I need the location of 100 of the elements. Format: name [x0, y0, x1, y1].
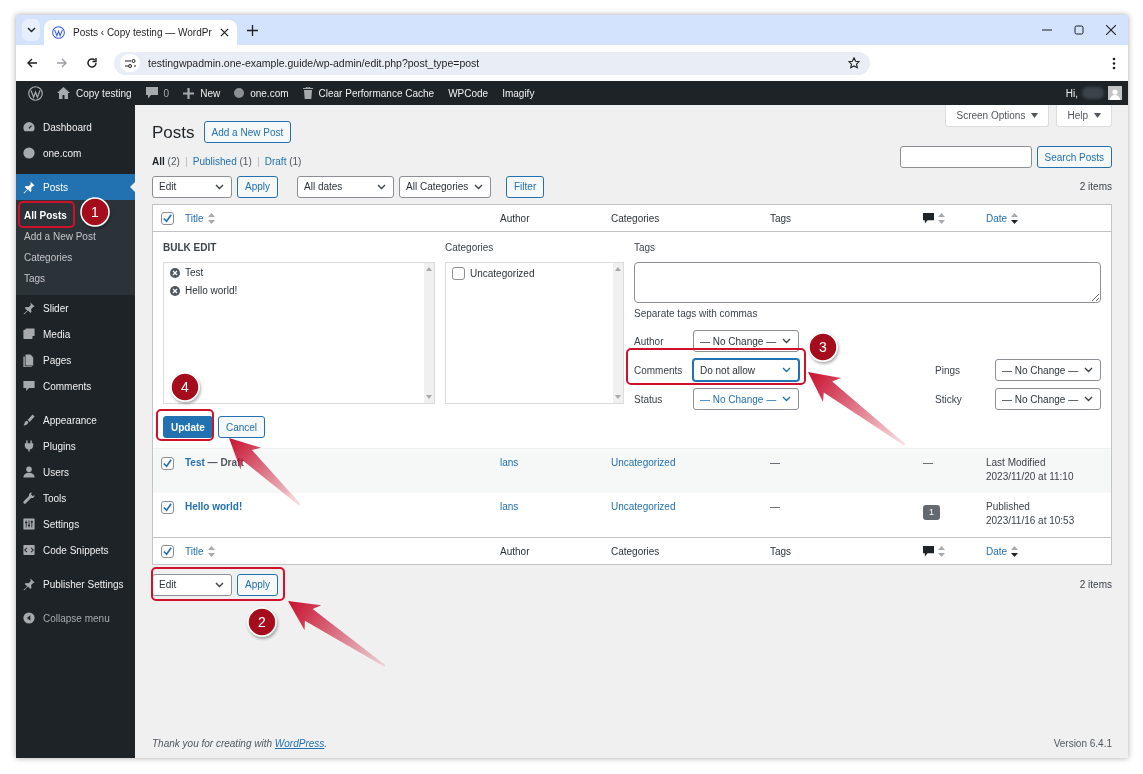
highlight-frame	[156, 409, 214, 441]
date-status: Published	[986, 501, 1030, 513]
star-icon[interactable]	[848, 57, 860, 69]
category-link[interactable]: Uncategorized	[611, 501, 676, 513]
remove-icon[interactable]	[170, 267, 180, 278]
menu-item[interactable]: one.com	[16, 140, 135, 166]
address-bar[interactable]: testingwpadmin.one-example.guide/wp-admin/edit.php?post_type=post	[114, 51, 870, 75]
view-link[interactable]: Published (1)	[192, 156, 252, 167]
greeting: Hi,	[1065, 87, 1078, 99]
category-link[interactable]: Uncategorized	[611, 457, 676, 469]
comment-count-bubble[interactable]: 1	[923, 505, 940, 520]
submenu-item[interactable]: Tags	[16, 268, 54, 289]
menu-item[interactable]: Pages	[16, 347, 135, 373]
apply-button[interactable]: Apply	[237, 175, 278, 198]
toolbar-link[interactable]: one.com	[250, 87, 289, 99]
step-badge: 1	[80, 197, 110, 227]
code-icon	[22, 543, 36, 557]
submenu-item[interactable]: Categories	[16, 247, 81, 268]
tags-field[interactable]	[634, 262, 1101, 303]
checkbox[interactable]	[452, 267, 465, 280]
update-button[interactable]: Update	[163, 416, 213, 438]
field-select[interactable]: — No Change —	[693, 388, 799, 410]
bulk-title: Test	[185, 267, 204, 278]
view-link[interactable]: All (2)	[152, 156, 180, 167]
date-filter-select[interactable]: All dates	[297, 175, 394, 198]
checkbox[interactable]	[161, 457, 174, 470]
checkbox[interactable]	[161, 544, 174, 558]
comment-icon	[923, 212, 934, 224]
highlight-frame	[18, 201, 75, 228]
screen-options-tab[interactable]: Screen Options	[945, 105, 1050, 127]
browser-tab[interactable]: Posts ‹ Copy testing — WordPr	[44, 20, 237, 45]
remove-icon[interactable]	[170, 285, 180, 296]
new-tab-icon[interactable]	[246, 24, 258, 36]
close-icon[interactable]	[1106, 25, 1116, 35]
toolbar-link[interactable]: Imagify	[495, 81, 542, 105]
menu-item[interactable]: Users	[16, 459, 135, 485]
toolbar-link[interactable]: Clear Performance Cache	[318, 87, 435, 99]
bulk-action-select[interactable]: Edit	[152, 175, 232, 198]
menu-item[interactable]: Slider	[16, 295, 135, 321]
bulk-action-select[interactable]: Edit	[152, 573, 232, 596]
toolbar-link[interactable]: Copy testing	[76, 87, 132, 99]
checkbox[interactable]	[161, 501, 174, 514]
bulk-title: Hello world!	[185, 285, 238, 296]
search-button[interactable]: Search Posts	[1036, 146, 1112, 168]
category-filter-select[interactable]: All Categories	[399, 175, 491, 198]
close-icon[interactable]	[219, 28, 229, 37]
menu-item[interactable]: Code Snippets	[16, 537, 135, 563]
collapse-menu-button[interactable]: Collapse menu	[16, 605, 135, 631]
field-label: Comments	[634, 364, 684, 376]
back-icon[interactable]	[26, 57, 38, 69]
more-icon[interactable]	[1112, 56, 1116, 70]
column-sort-link[interactable]: Date	[986, 545, 1008, 557]
category-label: Uncategorized	[470, 268, 535, 279]
menu-item[interactable]: Media	[16, 321, 135, 347]
field-select[interactable]: Do not allow	[693, 359, 799, 381]
author-link[interactable]: lans	[500, 501, 519, 513]
pin-icon	[22, 577, 36, 591]
search-field[interactable]	[899, 146, 1032, 168]
comment-icon	[22, 379, 36, 393]
menu-item[interactable]: Dashboard	[16, 114, 135, 140]
help-tab[interactable]: Help	[1056, 105, 1112, 127]
cancel-button[interactable]: Cancel	[217, 416, 266, 438]
tab-list-button[interactable]	[22, 19, 40, 41]
column-sort-link[interactable]: Date	[986, 212, 1008, 224]
menu-item[interactable]: Posts	[16, 174, 135, 200]
forward-icon[interactable]	[56, 57, 68, 69]
toolbar-link[interactable]: New	[200, 87, 221, 99]
post-title-link[interactable]: Hello world!	[185, 501, 243, 513]
chevron-icon	[377, 183, 386, 190]
logo-icon[interactable]	[28, 85, 43, 101]
filter-button[interactable]: Filter	[506, 175, 545, 198]
toolbar-link[interactable]: WPCode	[441, 81, 496, 105]
apply-button[interactable]: Apply	[237, 573, 278, 596]
reload-icon[interactable]	[86, 57, 98, 69]
checkbox[interactable]	[161, 211, 174, 225]
submenu-item[interactable]: Add a New Post	[16, 226, 104, 247]
field-label: Categories	[445, 242, 495, 254]
add-new-button[interactable]: Add a New Post	[203, 121, 292, 143]
author-link[interactable]: lans	[500, 457, 519, 469]
maximize-icon[interactable]	[1074, 25, 1084, 35]
field-select[interactable]: — No Change —	[995, 388, 1101, 410]
post-title-link[interactable]: Test	[185, 457, 205, 469]
column-sort-link[interactable]: Title	[185, 545, 204, 557]
step-badge: 4	[170, 372, 200, 402]
menu-item[interactable]: Plugins	[16, 433, 135, 459]
menu-item[interactable]: Tools	[16, 485, 135, 511]
column-sort-link[interactable]: Title	[185, 212, 204, 224]
circle-icon	[22, 146, 36, 160]
home-icon	[57, 87, 70, 99]
view-link[interactable]: Draft (1)	[264, 156, 302, 167]
menu-item[interactable]: Comments	[16, 373, 135, 399]
chevron-icon	[215, 581, 224, 588]
field-select[interactable]: — No Change —	[995, 359, 1101, 381]
bulk-edit-heading: BULK EDIT	[163, 242, 218, 254]
menu-item[interactable]: Appearance	[16, 407, 135, 433]
menu-item[interactable]: Publisher Settings	[16, 571, 135, 597]
sliders-icon	[22, 517, 36, 531]
submenu-item[interactable]: All Posts	[16, 205, 75, 226]
field-select[interactable]: — No Change —	[693, 330, 799, 352]
menu-item[interactable]: Settings	[16, 511, 135, 537]
